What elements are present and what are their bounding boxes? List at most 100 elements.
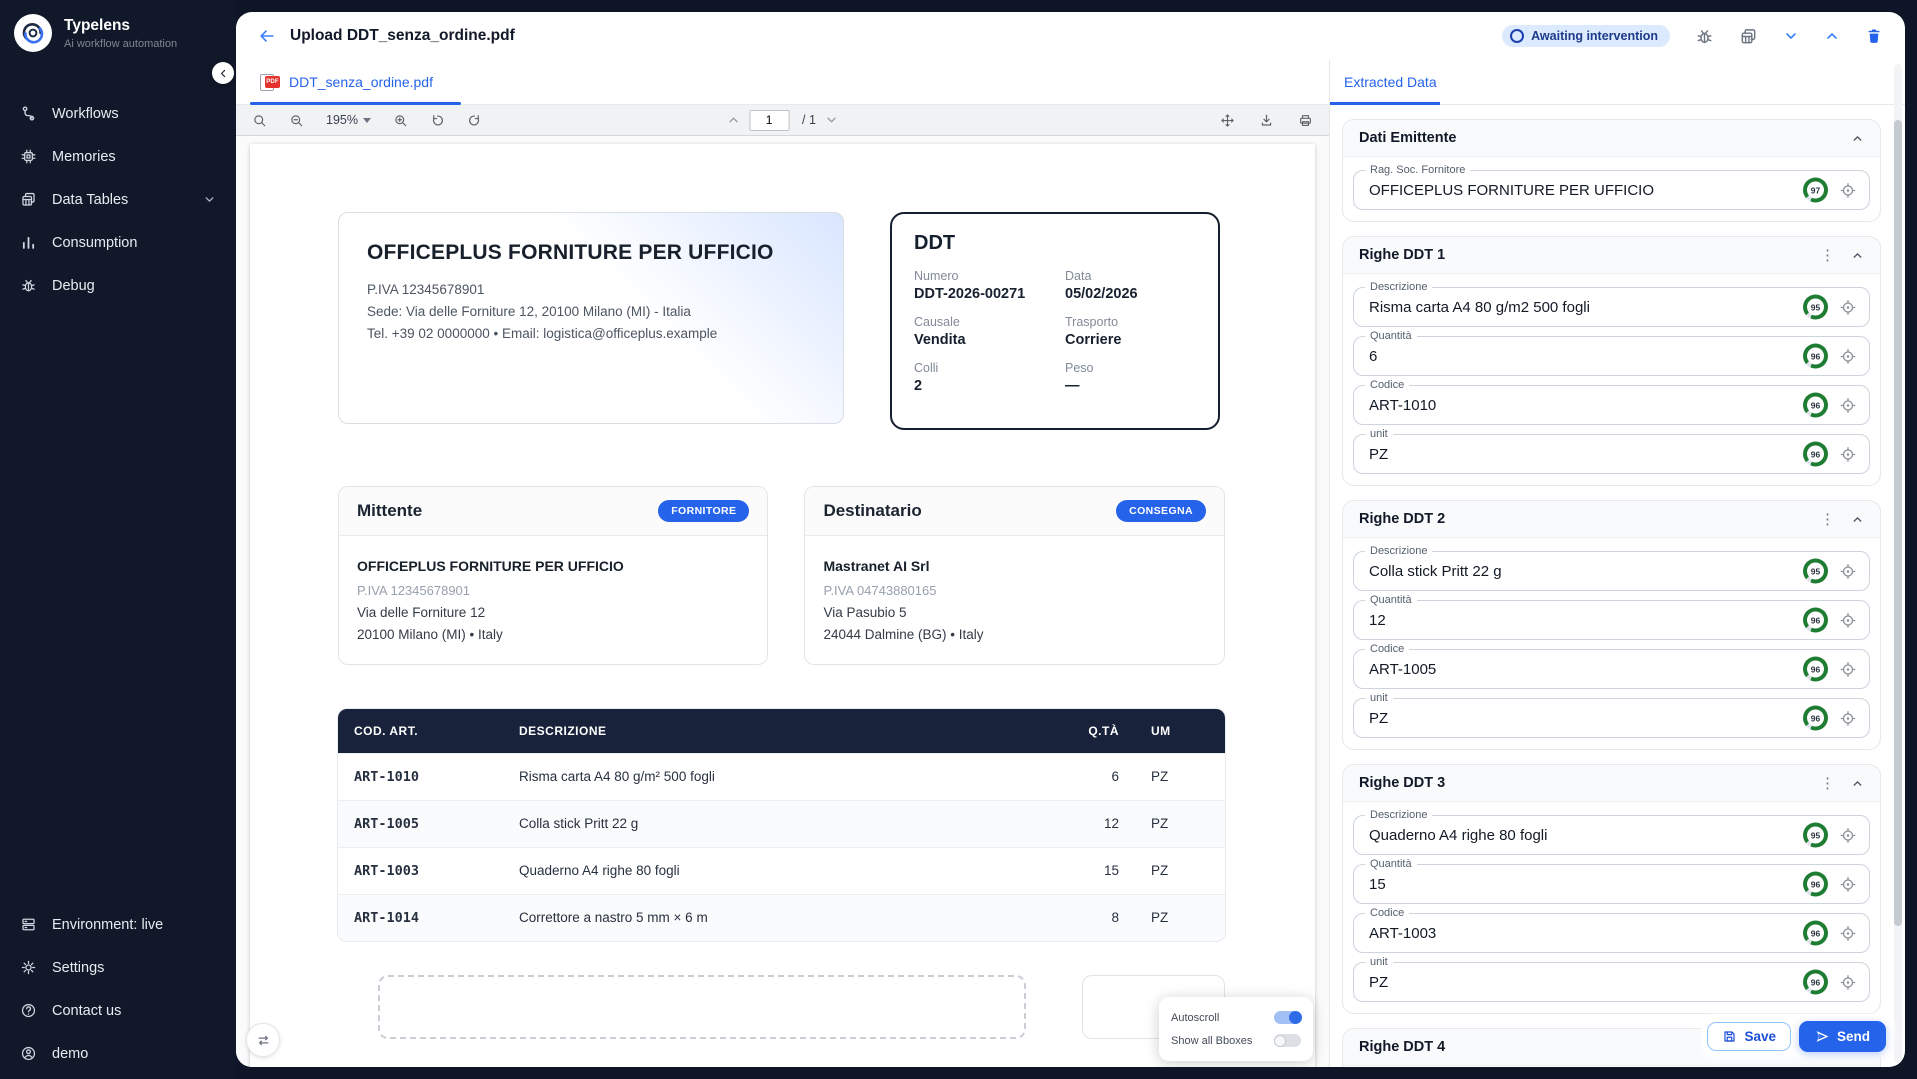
field-codice[interactable]: Codice ART-1010 96 [1353, 385, 1870, 425]
collapse-chevron-icon[interactable] [1851, 777, 1864, 790]
field-quantit[interactable]: Quantità 12 96 [1353, 600, 1870, 640]
pdf-document-tab[interactable]: PDF DDT_senza_ordine.pdf [250, 60, 461, 104]
doc-destinatario-card: Destinatario CONSEGNA Mastranet AI Srl P… [804, 486, 1225, 665]
field-codice[interactable]: Codice ART-1003 96 [1353, 913, 1870, 953]
sidebar-item-label: Consumption [52, 235, 137, 251]
sidebar-item-demo[interactable]: demo [0, 1032, 236, 1075]
card-header: Upload DDT_senza_ordine.pdf Awaiting int… [236, 12, 1905, 60]
sidebar-item-settings[interactable]: Settings [0, 946, 236, 989]
cell-description: Correttore a nastro 5 mm × 6 m [503, 895, 1025, 941]
print-button[interactable] [1298, 113, 1313, 128]
locate-target-icon[interactable] [1839, 396, 1857, 414]
kebab-menu-icon[interactable]: ⋮ [1820, 776, 1835, 791]
kebab-menu-icon[interactable]: ⋮ [1820, 512, 1835, 527]
field-descrizione[interactable]: Descrizione Colla stick Pritt 22 g 95 [1353, 551, 1870, 591]
section-header[interactable]: Righe DDT 2 ⋮ [1343, 501, 1880, 538]
locate-target-icon[interactable] [1839, 298, 1857, 316]
locate-target-icon[interactable] [1839, 826, 1857, 844]
locate-target-icon[interactable] [1839, 875, 1857, 893]
sidebar-item-label: Contact us [52, 1003, 121, 1019]
locate-target-icon[interactable] [1839, 611, 1857, 629]
sidebar-item-data-tables[interactable]: Data Tables [0, 178, 236, 221]
locate-target-icon[interactable] [1839, 973, 1857, 991]
field-descrizione[interactable]: Descrizione Risma carta A4 80 g/m2 500 f… [1353, 287, 1870, 327]
pdf-viewport[interactable]: OFFICEPLUS FORNITURE PER UFFICIO P.IVA 1… [236, 136, 1329, 1067]
locate-target-icon[interactable] [1839, 924, 1857, 942]
field-codice[interactable]: Codice ART-1005 96 [1353, 649, 1870, 689]
sidebar-item-environment-live[interactable]: Environment: live [0, 903, 236, 946]
delete-button[interactable] [1865, 27, 1883, 45]
doc-ddt-field: Colli 2 [914, 361, 1045, 394]
field-rag-soc-fornitore[interactable]: Rag. Soc. Fornitore OFFICEPLUS FORNITURE… [1353, 170, 1870, 210]
section-header[interactable]: Dati Emittente [1343, 120, 1880, 157]
rotate-right-button[interactable] [467, 113, 482, 128]
page-total-label: / 1 [802, 113, 816, 127]
locate-target-icon[interactable] [1839, 347, 1857, 365]
autoscroll-toggle[interactable] [1274, 1011, 1301, 1024]
doc-ddt-field-value: DDT-2026-00271 [914, 286, 1045, 302]
swap-layout-button[interactable] [246, 1023, 280, 1057]
cell-code: ART-1005 [338, 801, 503, 847]
doc-ddt-field-label: Peso [1065, 361, 1196, 375]
doc-supplier-piva: P.IVA 12345678901 [367, 279, 815, 301]
confidence-badge: 97 [1803, 178, 1828, 203]
field-quantit[interactable]: Quantità 15 96 [1353, 864, 1870, 904]
send-button[interactable]: Send [1799, 1021, 1886, 1052]
move-icon [1220, 113, 1235, 128]
move-up-button[interactable] [1824, 28, 1840, 44]
locate-target-icon[interactable] [1839, 709, 1857, 727]
sidebar-item-contact-us[interactable]: Contact us [0, 989, 236, 1032]
zoom-out-button[interactable] [289, 113, 304, 128]
sidebar-item-label: Environment: live [52, 917, 163, 933]
data-tables-button[interactable] [1739, 27, 1758, 46]
zoom-level-select[interactable]: 195% [326, 113, 371, 127]
next-page-button[interactable] [825, 113, 839, 127]
collapse-chevron-icon[interactable] [1851, 513, 1864, 526]
tables-icon [1739, 27, 1758, 46]
field-unit[interactable]: unit PZ 96 [1353, 434, 1870, 474]
page-number-input[interactable] [749, 110, 789, 131]
collapse-chevron-icon[interactable] [1851, 249, 1864, 262]
help-icon [20, 1002, 37, 1019]
cell-unit: PZ [1135, 848, 1225, 894]
field-descrizione[interactable]: Descrizione Quaderno A4 righe 80 fogli 9… [1353, 815, 1870, 855]
move-down-button[interactable] [1783, 28, 1799, 44]
field-label: Codice [1365, 907, 1409, 919]
zoom-in-button[interactable] [393, 113, 408, 128]
field-quantit[interactable]: Quantità 6 96 [1353, 336, 1870, 376]
typelens-logo-icon [14, 14, 52, 52]
locate-target-icon[interactable] [1839, 660, 1857, 678]
locate-target-icon[interactable] [1839, 181, 1857, 199]
kebab-menu-icon[interactable]: ⋮ [1820, 248, 1835, 263]
section-header[interactable]: Righe DDT 3 ⋮ [1343, 765, 1880, 802]
save-button[interactable]: Save [1707, 1022, 1791, 1051]
previous-page-button[interactable] [726, 113, 740, 127]
field-unit[interactable]: unit PZ 96 [1353, 962, 1870, 1002]
sidebar-item-consumption[interactable]: Consumption [0, 221, 236, 264]
section-header[interactable]: Righe DDT 1 ⋮ [1343, 237, 1880, 274]
field-unit[interactable]: unit PZ 96 [1353, 698, 1870, 738]
doc-items-table: COD. ART. DESCRIZIONE Q.TÀ UM ART-1010 R… [338, 709, 1225, 941]
doc-ddt-field-value: 05/02/2026 [1065, 286, 1196, 302]
show-bboxes-toggle[interactable] [1274, 1034, 1301, 1047]
pan-tool-button[interactable] [1220, 113, 1235, 128]
collapse-chevron-icon[interactable] [1851, 132, 1864, 145]
sidebar-item-memories[interactable]: Memories [0, 135, 236, 178]
sidebar-item-debug[interactable]: Debug [0, 264, 236, 307]
panel-scrollbar-thumb[interactable] [1894, 120, 1902, 926]
search-button[interactable] [252, 113, 267, 128]
debug-bug-button[interactable] [1695, 27, 1714, 46]
sidebar-collapse-button[interactable] [212, 62, 234, 84]
rotate-left-button[interactable] [430, 113, 445, 128]
locate-target-icon[interactable] [1839, 445, 1857, 463]
locate-target-icon[interactable] [1839, 562, 1857, 580]
sidebar-item-workflows[interactable]: Workflows [0, 92, 236, 135]
download-button[interactable] [1259, 113, 1274, 128]
back-button[interactable] [258, 27, 276, 45]
save-button-label: Save [1744, 1029, 1776, 1044]
section-title: Dati Emittente [1359, 130, 1457, 146]
confidence-badge: 96 [1803, 608, 1828, 633]
tab-extracted-data[interactable]: Extracted Data [1344, 74, 1437, 90]
section-body: Rag. Soc. Fornitore OFFICEPLUS FORNITURE… [1343, 157, 1880, 221]
table-header-row: COD. ART. DESCRIZIONE Q.TÀ UM [338, 709, 1225, 753]
